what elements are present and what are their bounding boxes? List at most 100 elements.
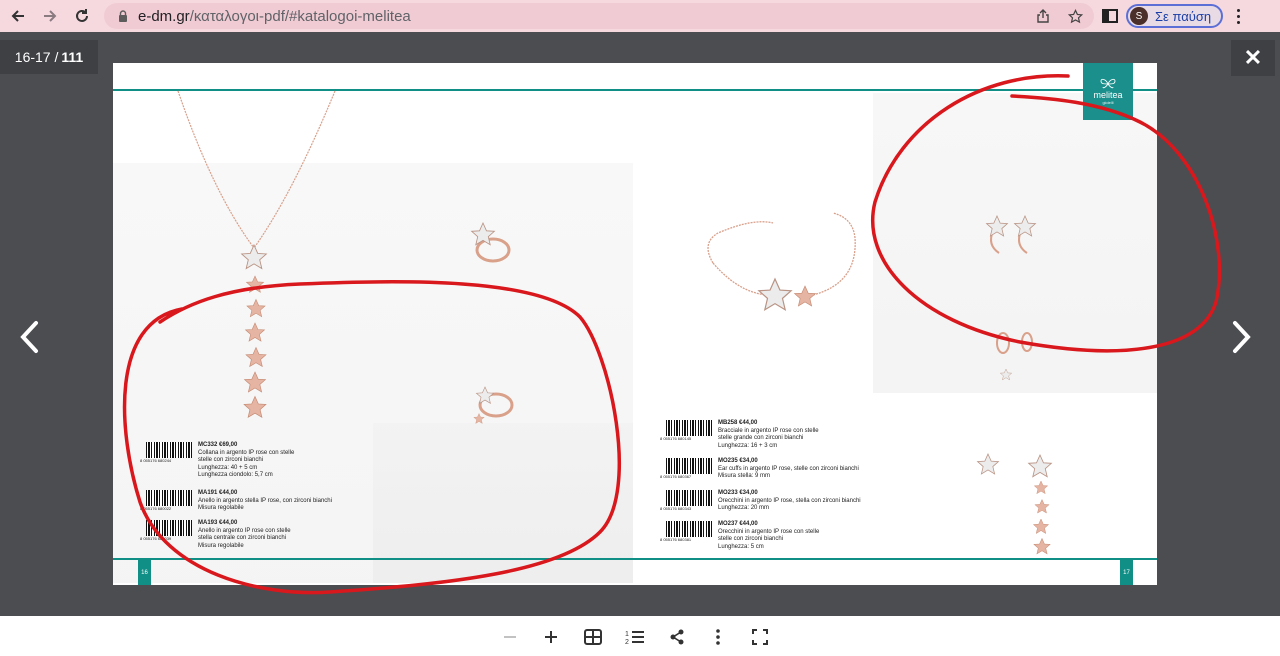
left-page-number: 16 [138,560,151,585]
page-counter: 16-17 /111 [0,40,98,74]
product-text: MA193 €44,00 Anello in argento IP rose c… [198,520,358,550]
browser-toolbar: e-dm.gr/καταλογοι-pdf/#katalogoi-melitea… [0,0,1280,32]
barcode: 8 055176 680367 [660,458,712,480]
side-panel-icon[interactable] [1102,9,1118,23]
right-page-number: 17 [1120,560,1133,585]
back-button[interactable] [4,2,32,30]
product-code: MB258 €44,00 [718,420,758,426]
grid-icon [584,629,602,645]
product-desc-line: Anello in argento stella IP rose, con zi… [198,497,332,504]
viewer-toolbar: 12 [0,616,1280,656]
earrings-mo233-image [996,332,1033,381]
product-desc-line: Ear cuffs in argento IP rose, stelle con… [718,465,859,472]
zoom-in-button[interactable] [537,624,565,650]
page-current: 16-17 [14,49,51,65]
product-desc-line: Lunghezza: 40 + 5 cm [198,464,258,471]
product-text: MO235 €34,00 Ear cuffs in argento IP ros… [718,458,878,481]
product-desc-line: Misura regolabile [198,542,244,549]
barcode: 8 055176 680244 [140,442,192,464]
product-desc-line: stelle grande con zirconi bianchi [718,435,804,441]
more-vertical-icon [716,629,720,645]
product-desc-line: stelle con zirconi bianchi [718,536,784,542]
chevron-left-icon [20,321,38,353]
next-page-button[interactable] [1227,317,1257,357]
url-path: /καταλογοι-pdf/#katalogoi-melitea [189,7,411,25]
product-desc-line: Lunghezza: 16 + 3 cm [718,442,778,449]
product-desc-line: Orecchini in argento IP rose con stelle [718,528,820,535]
product-code: MO237 €44,00 [718,521,758,527]
product-desc-line: Anello in argento IP rose con stelle [198,527,291,534]
product-text: MO237 €44,00 Orecchini in argento IP ros… [718,521,878,551]
product-desc-line: stella centrale con zirconi bianchi [198,535,287,541]
fullscreen-button[interactable] [746,624,774,650]
url-domain: e-dm.gr [138,7,190,25]
arrow-right-icon [44,10,57,22]
browser-menu-icon[interactable] [1231,8,1245,24]
chevron-right-icon [1233,321,1251,353]
address-bar[interactable]: e-dm.gr/καταλογοι-pdf/#katalogoi-melitea [104,3,1094,29]
product-block: 8 055176 680244 MC332 €69,00 Collana in … [140,442,358,480]
earrings-mo237-image [977,453,1052,555]
avatar: S [1130,7,1148,25]
reload-button[interactable] [68,2,96,30]
product-text: MO233 €34,00 Orecchini in argento IP ros… [718,490,878,513]
fullscreen-icon [752,629,768,645]
barcode: 8 055176 680381 [660,521,712,543]
minus-icon [504,636,516,638]
product-desc-line: Orecchini in argento IP rose, stella con… [718,497,861,504]
product-desc-line: Lunghezza: 20 mm [718,505,770,511]
product-desc-line: Lunghezza: 5 cm [718,543,764,550]
lock-icon [116,9,130,23]
product-block: 8 055176 680022 MA191 €44,00 Anello in a… [140,490,358,513]
product-text: MB258 €44,00 Bracciale in argento IP ros… [718,420,878,450]
ear-cuffs-mo235-image [986,215,1036,254]
product-text: MA191 €44,00 Anello in argento stella IP… [198,490,358,513]
share-button[interactable] [663,624,691,650]
plus-icon [545,631,557,643]
share-page-button[interactable] [1032,5,1054,27]
share-page-icon [1037,9,1049,23]
product-desc-line: Misura regolabile [198,505,244,511]
product-code: MO233 €34,00 [718,490,758,496]
necklace-mc332-image [177,90,336,418]
product-block: 8 055176 680381 MO237 €44,00 Orecchini i… [660,521,878,551]
barcode: 8 055176 680145 [660,420,712,442]
url-text: e-dm.gr/καταλογοι-pdf/#katalogoi-melitea [138,8,411,25]
previous-page-button[interactable] [14,317,44,357]
product-desc-line: stelle con zirconi bianchi [198,457,264,463]
product-code: MC332 €69,00 [198,442,238,448]
profile-status-label: Σε παύση [1155,8,1212,24]
profile-button[interactable]: S Σε παύση [1126,4,1224,28]
bookmark-star-button[interactable] [1064,5,1086,27]
barcode: 8 055176 680039 [140,520,192,542]
product-code: MA191 €44,00 [198,490,238,496]
ring-ma193-image [473,386,514,424]
close-button[interactable]: ✕ [1231,40,1275,76]
page-total: 111 [61,49,84,65]
product-desc-line: Lunghezza ciondolo: 5,7 cm [198,472,273,478]
svg-text:2: 2 [625,639,629,645]
star-icon [1067,8,1083,23]
ring-ma191-image [471,222,511,263]
share-icon [670,629,684,645]
product-block: 8 055176 680145 MB258 €44,00 Bracciale i… [660,420,878,450]
forward-button[interactable] [36,2,64,30]
flipbook-viewer: 16-17 /111 ✕ melitea gioielli 8 055176 6… [0,32,1280,616]
svg-text:1: 1 [625,631,629,638]
product-code: MA193 €44,00 [198,520,238,526]
bracelet-mb258-image [707,212,856,311]
close-icon: ✕ [1243,45,1263,70]
arrow-left-icon [11,10,24,22]
product-block: 8 055176 680039 MA193 €44,00 Anello in a… [140,520,358,550]
reload-icon [76,9,88,22]
zoom-out-button[interactable] [496,624,524,650]
more-options-button[interactable] [704,624,732,650]
barcode: 8 055176 680343 [660,490,712,512]
product-code: MO235 €34,00 [718,458,758,464]
thumbnails-button[interactable] [579,624,607,650]
product-text: MC332 €69,00 Collana in argento IP rose … [198,442,358,480]
table-of-contents-button[interactable]: 12 [621,624,649,650]
numbered-list-icon: 12 [625,631,644,645]
catalog-spread: melitea gioielli 8 055176 680244 MC332 €… [113,63,1157,585]
product-desc-line: Bracciale in argento IP rose con stelle [718,427,819,434]
